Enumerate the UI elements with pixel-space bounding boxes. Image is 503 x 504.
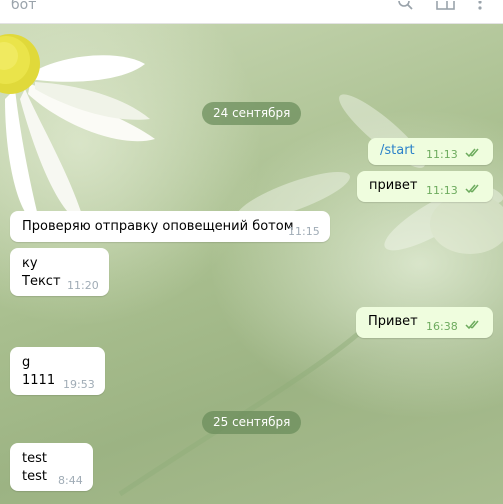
double-check-icon — [465, 319, 483, 334]
message-text: Привет — [368, 314, 418, 329]
chat-area[interactable]: 24 сентября /start 11:13 привет 11:13 Пр… — [0, 24, 503, 504]
chat-title[interactable]: бот — [11, 0, 36, 13]
message-text: Текст — [22, 274, 61, 289]
message-text: Проверяю отправку оповещений ботом — [22, 219, 294, 234]
message-incoming[interactable]: g 1111 19:53 — [10, 347, 105, 395]
message-text: g — [22, 355, 31, 370]
message-text: 1111 — [22, 373, 56, 388]
message-time: 19:53 — [63, 378, 95, 391]
message-time: 16:38 — [426, 320, 458, 333]
message-outgoing[interactable]: привет 11:13 — [357, 171, 493, 202]
message-time: 8:44 — [58, 474, 83, 487]
message-time: 11:15 — [288, 225, 320, 238]
sidebar-icon[interactable] — [436, 0, 456, 15]
message-incoming[interactable]: Проверяю отправку оповещений ботом 11:15 — [10, 211, 330, 242]
bot-command-link[interactable]: /start — [380, 142, 415, 160]
message-outgoing[interactable]: Привет 16:38 — [356, 307, 493, 338]
message-time: 11:13 — [426, 148, 458, 161]
date-separator: 25 сентября — [202, 411, 302, 434]
double-check-icon — [465, 183, 483, 198]
double-check-icon — [465, 147, 483, 162]
message-text: привет — [369, 178, 418, 193]
chat-header: бот — [0, 0, 503, 24]
date-separator: 24 сентября — [202, 102, 302, 125]
search-icon[interactable] — [398, 0, 414, 15]
message-text: test — [22, 451, 47, 466]
message-incoming[interactable]: ку Текст 11:20 — [10, 248, 109, 296]
message-incoming[interactable]: test test 8:44 — [10, 443, 93, 491]
more-icon[interactable] — [476, 0, 484, 15]
message-time: 11:13 — [426, 184, 458, 197]
message-text: ку — [22, 256, 38, 271]
message-outgoing[interactable]: /start 11:13 — [368, 138, 493, 165]
message-time: 11:20 — [67, 279, 99, 292]
message-text: test — [22, 469, 47, 484]
